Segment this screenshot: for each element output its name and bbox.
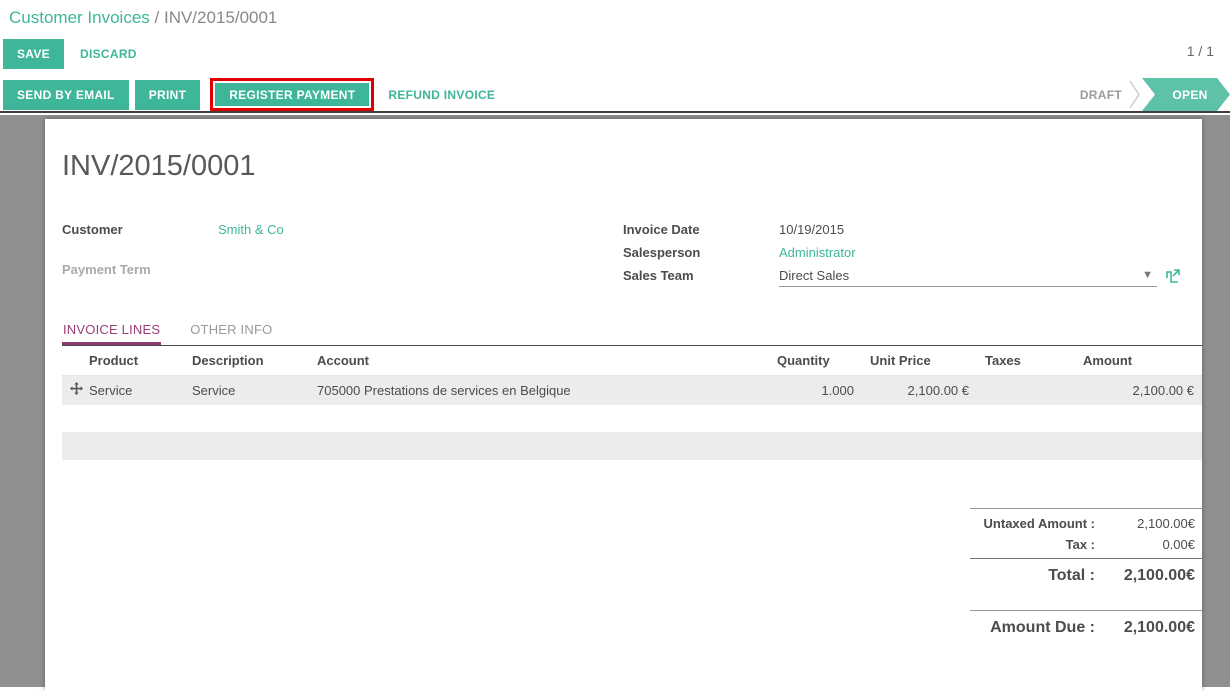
handle-column-header bbox=[62, 346, 81, 375]
drag-handle[interactable] bbox=[62, 375, 81, 405]
breadcrumb-current: INV/2015/0001 bbox=[164, 8, 277, 27]
amount-due-block: Amount Due : 2,100.00€ bbox=[970, 610, 1202, 645]
field-salesperson: Salesperson Administrator bbox=[623, 241, 1180, 264]
cell-taxes[interactable] bbox=[977, 375, 1075, 405]
notebook-tabs: INVOICE LINES OTHER INFO bbox=[62, 322, 1202, 346]
chevron-right-icon bbox=[1128, 78, 1142, 111]
column-header-quantity: Quantity bbox=[769, 346, 862, 375]
breadcrumb-parent-link[interactable]: Customer Invoices bbox=[9, 8, 150, 27]
amount-due-row: Amount Due : 2,100.00€ bbox=[970, 611, 1202, 645]
pager-count: 1 / 1 bbox=[1187, 43, 1214, 59]
cell-description[interactable]: Service bbox=[184, 375, 309, 405]
column-header-amount: Amount bbox=[1075, 346, 1202, 375]
edit-actions: SAVE DISCARD bbox=[3, 39, 137, 69]
page-background: INV/2015/0001 Customer Smith & Co Paymen… bbox=[0, 115, 1230, 687]
table-row: Service Service 705000 Prestations de se… bbox=[62, 375, 1202, 405]
field-payment-term: Payment Term bbox=[62, 258, 623, 281]
untaxed-amount-row: Untaxed Amount : 2,100.00€ bbox=[970, 513, 1202, 534]
breadcrumb-separator: / bbox=[155, 8, 164, 27]
external-link-icon[interactable] bbox=[1166, 269, 1180, 283]
sales-team-value: Direct Sales bbox=[779, 268, 1138, 283]
status-draft[interactable]: DRAFT bbox=[1080, 78, 1128, 111]
amount-due-value: 2,100.00€ bbox=[1095, 619, 1195, 637]
send-by-email-button[interactable]: SEND BY EMAIL bbox=[3, 80, 129, 110]
payment-term-label: Payment Term bbox=[62, 262, 218, 277]
save-button[interactable]: SAVE bbox=[3, 39, 64, 69]
customer-value-link[interactable]: Smith & Co bbox=[218, 222, 284, 237]
invoice-date-value[interactable]: 10/19/2015 bbox=[779, 222, 844, 237]
field-customer: Customer Smith & Co bbox=[62, 218, 623, 241]
refund-invoice-button[interactable]: REFUND INVOICE bbox=[388, 88, 495, 102]
invoice-sheet: INV/2015/0001 Customer Smith & Co Paymen… bbox=[45, 119, 1202, 691]
sales-team-input[interactable]: Direct Sales ▼ bbox=[779, 265, 1157, 287]
column-header-product: Product bbox=[81, 346, 184, 375]
invoice-title: INV/2015/0001 bbox=[62, 149, 1202, 183]
breadcrumb: Customer Invoices / INV/2015/0001 bbox=[9, 8, 277, 28]
statusbar: DRAFT OPEN bbox=[1080, 78, 1230, 111]
untaxed-amount-value: 2,100.00€ bbox=[1095, 516, 1195, 531]
cell-unit-price[interactable]: 2,100.00 € bbox=[862, 375, 977, 405]
tab-invoice-lines[interactable]: INVOICE LINES bbox=[62, 322, 161, 345]
cell-product[interactable]: Service bbox=[81, 375, 184, 405]
field-invoice-date: Invoice Date 10/19/2015 bbox=[623, 218, 1180, 241]
tab-other-info[interactable]: OTHER INFO bbox=[189, 322, 273, 345]
table-header-row: Product Description Account Quantity Uni… bbox=[62, 346, 1202, 375]
print-button[interactable]: PRINT bbox=[135, 80, 201, 110]
invoice-date-label: Invoice Date bbox=[623, 222, 779, 237]
status-open[interactable]: OPEN bbox=[1142, 78, 1230, 111]
tax-value: 0.00€ bbox=[1095, 537, 1195, 552]
tax-label: Tax : bbox=[970, 537, 1095, 552]
column-header-description: Description bbox=[184, 346, 309, 375]
register-payment-highlight: REGISTER PAYMENT bbox=[210, 78, 374, 111]
field-groups: Customer Smith & Co Payment Term Invoice… bbox=[62, 218, 1202, 287]
invoice-lines-table: Product Description Account Quantity Uni… bbox=[62, 346, 1202, 405]
action-bar: SEND BY EMAIL PRINT REGISTER PAYMENT REF… bbox=[0, 78, 1230, 113]
customer-label: Customer bbox=[62, 222, 218, 237]
amount-due-label: Amount Due : bbox=[970, 619, 1095, 637]
untaxed-amount-label: Untaxed Amount : bbox=[970, 516, 1095, 531]
tax-row: Tax : 0.00€ bbox=[970, 534, 1202, 555]
empty-line-row bbox=[62, 432, 1202, 460]
total-label: Total : bbox=[970, 567, 1095, 585]
salesperson-value-link[interactable]: Administrator bbox=[779, 245, 856, 260]
sales-team-label: Sales Team bbox=[623, 268, 779, 283]
column-header-taxes: Taxes bbox=[977, 346, 1075, 375]
cell-amount[interactable]: 2,100.00 € bbox=[1075, 375, 1202, 405]
discard-button[interactable]: DISCARD bbox=[80, 47, 137, 61]
totals-summary: Untaxed Amount : 2,100.00€ Tax : 0.00€ T… bbox=[970, 508, 1202, 645]
action-buttons: SEND BY EMAIL PRINT REGISTER PAYMENT REF… bbox=[0, 78, 495, 111]
column-header-unit-price: Unit Price bbox=[862, 346, 977, 375]
move-cross-icon bbox=[70, 382, 83, 395]
register-payment-button[interactable]: REGISTER PAYMENT bbox=[215, 83, 369, 106]
total-value: 2,100.00€ bbox=[1095, 567, 1195, 585]
salesperson-label: Salesperson bbox=[623, 245, 779, 260]
column-header-account: Account bbox=[309, 346, 769, 375]
cell-account[interactable]: 705000 Prestations de services en Belgiq… bbox=[309, 375, 769, 405]
total-row: Total : 2,100.00€ bbox=[970, 559, 1202, 593]
field-sales-team: Sales Team Direct Sales ▼ bbox=[623, 264, 1180, 287]
cell-quantity[interactable]: 1.000 bbox=[769, 375, 862, 405]
chevron-down-icon[interactable]: ▼ bbox=[1138, 269, 1157, 281]
